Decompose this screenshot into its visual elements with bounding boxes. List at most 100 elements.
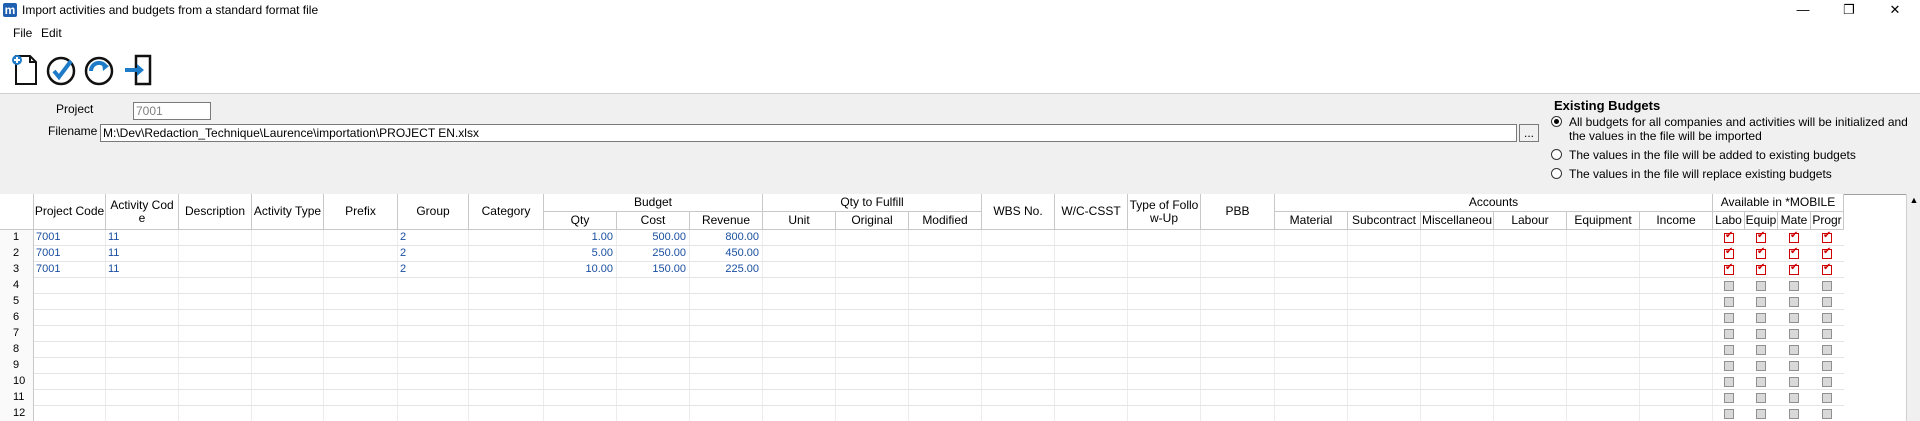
cell-empty[interactable] (324, 374, 398, 389)
cell-cost[interactable] (617, 390, 690, 405)
cell-empty[interactable] (252, 358, 324, 373)
cell-group[interactable]: 2 (398, 246, 469, 261)
mobile-mate-checkbox[interactable] (1789, 313, 1799, 323)
cell-empty[interactable] (909, 246, 982, 261)
cell-empty[interactable] (1275, 358, 1348, 373)
cell-empty[interactable] (982, 358, 1055, 373)
cell-empty[interactable] (324, 342, 398, 357)
cell-empty[interactable] (1055, 278, 1128, 293)
cell-empty[interactable] (1567, 230, 1640, 245)
cell-cost[interactable] (617, 326, 690, 341)
cell-empty[interactable] (1494, 342, 1567, 357)
minimize-button[interactable]: — (1780, 0, 1826, 22)
table-row[interactable]: 9 (0, 358, 1844, 374)
cell-empty[interactable] (1567, 390, 1640, 405)
col-pbb[interactable]: PBB (1201, 194, 1275, 230)
table-row[interactable]: 5 (0, 294, 1844, 310)
cell-project[interactable] (34, 406, 106, 421)
mobile-progr-checkbox[interactable] (1822, 345, 1832, 355)
cell-empty[interactable] (1421, 310, 1494, 325)
cell-cost[interactable] (617, 310, 690, 325)
cell-empty[interactable] (1128, 374, 1201, 389)
cell-qty[interactable] (544, 310, 617, 325)
mobile-labour-checkbox[interactable] (1724, 262, 1734, 275)
cell-empty[interactable] (982, 262, 1055, 277)
cell-empty[interactable] (469, 342, 544, 357)
vertical-scrollbar[interactable]: ▲ (1906, 194, 1920, 421)
cell-empty[interactable] (836, 246, 909, 261)
cell-project[interactable] (34, 390, 106, 405)
cell-empty[interactable] (1348, 374, 1421, 389)
mobile-equip-checkbox[interactable] (1756, 313, 1766, 323)
cell-empty[interactable] (1201, 342, 1275, 357)
cell-empty[interactable] (1421, 246, 1494, 261)
cell-empty[interactable] (982, 310, 1055, 325)
cell-group[interactable] (398, 310, 469, 325)
col-material[interactable]: Material (1275, 212, 1348, 230)
cell-empty[interactable] (1494, 246, 1567, 261)
cell-empty[interactable] (1348, 326, 1421, 341)
table-row[interactable]: 1 7001 11 2 1.00 500.00 800.00 (0, 230, 1844, 246)
cell-empty[interactable] (1275, 374, 1348, 389)
mobile-progr-checkbox[interactable] (1822, 361, 1832, 371)
cell-empty[interactable] (982, 342, 1055, 357)
cell-empty[interactable] (1055, 390, 1128, 405)
cell-empty[interactable] (1348, 310, 1421, 325)
cell-group[interactable] (398, 278, 469, 293)
table-row[interactable]: 6 (0, 310, 1844, 326)
mobile-progr-checkbox[interactable] (1822, 281, 1832, 291)
col-group[interactable]: Group (398, 194, 469, 230)
cell-revenue[interactable] (690, 294, 763, 309)
cell-project[interactable]: 7001 (34, 262, 106, 277)
cell-cost[interactable]: 500.00 (617, 230, 690, 245)
filename-field[interactable]: M:\Dev\Redaction_Technique\Laurence\impo… (100, 124, 1517, 142)
cell-empty[interactable] (1201, 326, 1275, 341)
cell-empty[interactable] (836, 230, 909, 245)
cell-group[interactable]: 2 (398, 262, 469, 277)
browse-button[interactable]: ... (1519, 124, 1539, 142)
cell-cost[interactable]: 150.00 (617, 262, 690, 277)
cell-empty[interactable] (1275, 406, 1348, 421)
col-modified[interactable]: Modified (909, 212, 982, 230)
cell-empty[interactable] (469, 374, 544, 389)
col-miscellaneous[interactable]: Miscellaneou (1421, 212, 1494, 230)
cell-empty[interactable] (1055, 342, 1128, 357)
cell-empty[interactable] (469, 310, 544, 325)
mobile-equip-checkbox[interactable] (1756, 409, 1766, 419)
cell-empty[interactable] (1128, 358, 1201, 373)
cell-empty[interactable] (836, 294, 909, 309)
cell-empty[interactable] (1567, 262, 1640, 277)
cell-group[interactable] (398, 406, 469, 421)
mobile-mate-checkbox[interactable] (1789, 246, 1799, 259)
cell-empty[interactable] (836, 342, 909, 357)
cell-empty[interactable] (1494, 406, 1567, 421)
cell-empty[interactable] (1348, 358, 1421, 373)
mobile-mate-checkbox[interactable] (1789, 297, 1799, 307)
cell-empty[interactable] (763, 342, 836, 357)
cell-empty[interactable] (179, 230, 252, 245)
refresh-icon[interactable] (82, 52, 116, 88)
cell-empty[interactable] (1640, 358, 1713, 373)
cell-empty[interactable] (1275, 246, 1348, 261)
col-mobile-progr[interactable]: Progr (1811, 212, 1844, 230)
cell-empty[interactable] (1421, 406, 1494, 421)
col-equipment[interactable]: Equipment (1567, 212, 1640, 230)
cell-empty[interactable] (469, 358, 544, 373)
col-qty[interactable]: Qty (544, 212, 617, 230)
col-mobile-mate[interactable]: Mate (1778, 212, 1811, 230)
cell-empty[interactable] (252, 262, 324, 277)
cell-activity[interactable] (106, 294, 179, 309)
cell-empty[interactable] (1348, 278, 1421, 293)
cell-empty[interactable] (836, 358, 909, 373)
cell-activity[interactable] (106, 342, 179, 357)
mobile-mate-checkbox[interactable] (1789, 345, 1799, 355)
cell-empty[interactable] (252, 278, 324, 293)
cell-empty[interactable] (1055, 310, 1128, 325)
cell-empty[interactable] (1201, 310, 1275, 325)
cell-empty[interactable] (982, 278, 1055, 293)
cell-empty[interactable] (982, 406, 1055, 421)
cell-project[interactable] (34, 358, 106, 373)
cell-empty[interactable] (1128, 342, 1201, 357)
cell-activity[interactable]: 11 (106, 230, 179, 245)
cell-qty[interactable] (544, 278, 617, 293)
